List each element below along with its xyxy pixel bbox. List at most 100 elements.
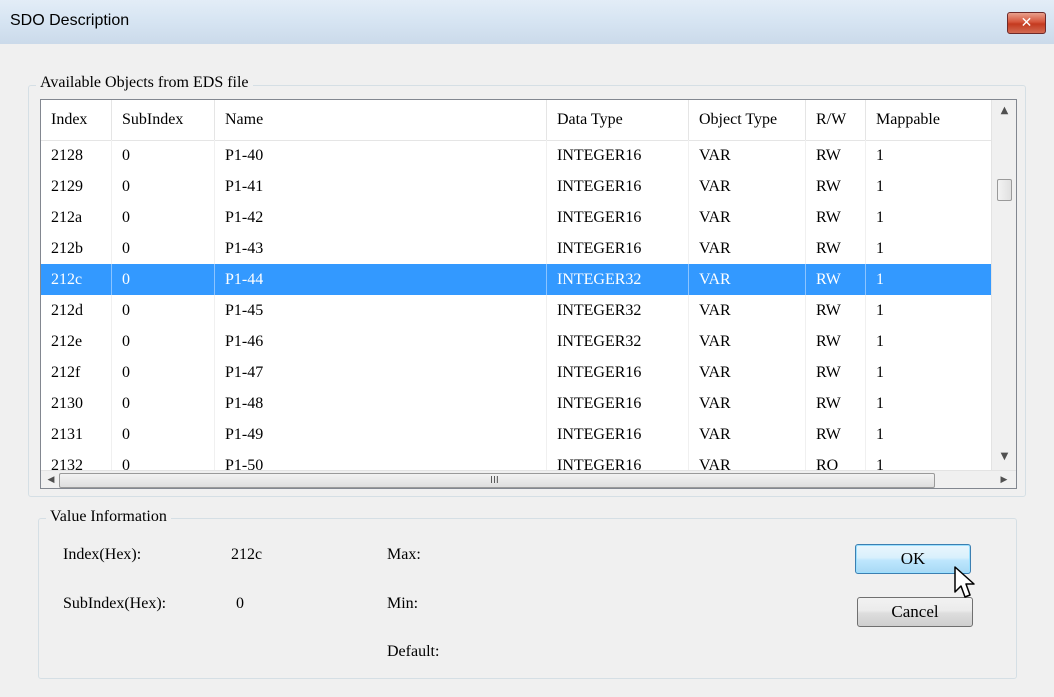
cell-subindex: 0 [112, 264, 215, 295]
max-label: Max: [387, 546, 421, 563]
column-header-data-type[interactable]: Data Type [547, 100, 689, 140]
window-title: SDO Description [10, 12, 130, 29]
scroll-grip-icon: III [490, 475, 499, 486]
cell-index: 2131 [41, 419, 112, 450]
cell-mappable: 1 [876, 147, 884, 164]
vertical-scroll-thumb[interactable] [997, 179, 1012, 201]
cell-object-type: VAR [689, 233, 806, 264]
cell-name: P1-42 [215, 202, 547, 233]
cell-mappable: 1 [876, 395, 884, 412]
objects-listview[interactable]: Index SubIndex Name Data Type Object Typ… [40, 99, 1017, 489]
cell-rw: RW [806, 140, 866, 171]
table-row[interactable]: 2128 0 P1-40 INTEGER16 VAR RW 1 [41, 140, 991, 171]
objects-group-label: Available Objects from EDS file [36, 74, 253, 92]
cell-rw: RW [806, 326, 866, 357]
cell-data-type: INTEGER16 [547, 140, 689, 171]
cell-mappable: 1 [876, 426, 884, 443]
value-info-group-label: Value Information [46, 508, 171, 526]
index-hex-value: 212c [231, 546, 263, 563]
cell-rw: RW [806, 171, 866, 202]
cell-index: 212e [41, 326, 112, 357]
close-button[interactable]: ✕ [1007, 12, 1046, 34]
cell-subindex: 0 [112, 326, 215, 357]
cell-object-type: VAR [689, 264, 806, 295]
table-row[interactable]: 2131 0 P1-49 INTEGER16 VAR RW 1 [41, 419, 991, 450]
title-bar[interactable]: SDO Description ✕ [0, 0, 1054, 44]
column-header-object-type[interactable]: Object Type [689, 100, 806, 140]
cell-data-type: INTEGER16 [547, 388, 689, 419]
column-header-mappable[interactable]: Mappable [866, 100, 991, 140]
scroll-right-arrow-icon[interactable]: ▶ [994, 471, 1014, 488]
index-hex-label: Index(Hex): [63, 546, 142, 563]
subindex-hex-value: 0 [236, 595, 244, 612]
cell-index: 212a [41, 202, 112, 233]
table-row[interactable]: 2129 0 P1-41 INTEGER16 VAR RW 1 [41, 171, 991, 202]
cell-index: 212c [41, 264, 112, 295]
cell-name: P1-44 [215, 264, 547, 295]
cell-subindex: 0 [112, 140, 215, 171]
cell-data-type: INTEGER16 [547, 419, 689, 450]
cell-mappable: 1 [876, 364, 884, 381]
cell-rw: RW [806, 419, 866, 450]
cell-name: P1-40 [215, 140, 547, 171]
cell-object-type: VAR [689, 326, 806, 357]
cell-name: P1-45 [215, 295, 547, 326]
table-row[interactable]: 212a 0 P1-42 INTEGER16 VAR RW 1 [41, 202, 991, 233]
cell-rw: RW [806, 264, 866, 295]
vertical-scrollbar[interactable]: ▲ ▼ [991, 100, 1016, 470]
default-label: Default: [387, 643, 440, 660]
min-label: Min: [387, 595, 419, 612]
close-icon: ✕ [1020, 15, 1033, 31]
cell-name: P1-46 [215, 326, 547, 357]
table-row[interactable]: 212b 0 P1-43 INTEGER16 VAR RW 1 [41, 233, 991, 264]
column-header-name[interactable]: Name [215, 100, 547, 140]
cell-rw: RW [806, 295, 866, 326]
cell-name: P1-47 [215, 357, 547, 388]
column-header-rw[interactable]: R/W [806, 100, 866, 140]
cell-name: P1-48 [215, 388, 547, 419]
column-header-subindex[interactable]: SubIndex [112, 100, 215, 140]
cell-data-type: INTEGER32 [547, 326, 689, 357]
cell-rw: RW [806, 233, 866, 264]
cell-mappable: 1 [876, 333, 884, 350]
cell-data-type: INTEGER16 [547, 171, 689, 202]
table-row[interactable]: 212f 0 P1-47 INTEGER16 VAR RW 1 [41, 357, 991, 388]
sdo-description-dialog: SDO Description ✕ Available Objects from… [0, 0, 1054, 697]
scroll-left-arrow-icon[interactable]: ◀ [41, 471, 61, 488]
cell-data-type: INTEGER16 [547, 202, 689, 233]
cell-mappable: 1 [876, 178, 884, 195]
cell-object-type: VAR [689, 171, 806, 202]
cell-mappable: 1 [876, 302, 884, 319]
cell-object-type: VAR [689, 388, 806, 419]
cell-rw: RW [806, 357, 866, 388]
cell-name: P1-49 [215, 419, 547, 450]
table-row[interactable]: 212e 0 P1-46 INTEGER32 VAR RW 1 [41, 326, 991, 357]
cell-data-type: INTEGER32 [547, 264, 689, 295]
cell-mappable: 1 [876, 271, 884, 288]
cell-name: P1-43 [215, 233, 547, 264]
cell-rw: RW [806, 202, 866, 233]
cell-rw: RW [806, 388, 866, 419]
cell-subindex: 0 [112, 357, 215, 388]
cell-subindex: 0 [112, 171, 215, 202]
cell-name: P1-41 [215, 171, 547, 202]
table-row[interactable]: 2130 0 P1-48 INTEGER16 VAR RW 1 [41, 388, 991, 419]
cell-index: 212b [41, 233, 112, 264]
table-row[interactable]: 212d 0 P1-45 INTEGER32 VAR RW 1 [41, 295, 991, 326]
table-row-selected[interactable]: 212c 0 P1-44 INTEGER32 VAR RW 1 [41, 264, 991, 295]
horizontal-scroll-thumb[interactable]: III [59, 473, 935, 488]
cell-index: 2128 [41, 140, 112, 171]
subindex-hex-label: SubIndex(Hex): [63, 595, 167, 612]
column-header-index[interactable]: Index [41, 100, 112, 140]
cell-data-type: INTEGER32 [547, 295, 689, 326]
horizontal-scrollbar[interactable]: ◀ III ▶ [41, 470, 1016, 488]
cell-index: 212f [41, 357, 112, 388]
scroll-down-arrow-icon[interactable]: ▼ [992, 446, 1016, 468]
cell-subindex: 0 [112, 419, 215, 450]
cell-data-type: INTEGER16 [547, 233, 689, 264]
cell-object-type: VAR [689, 140, 806, 171]
scroll-up-arrow-icon[interactable]: ▲ [992, 100, 1016, 122]
cell-object-type: VAR [689, 202, 806, 233]
cell-object-type: VAR [689, 357, 806, 388]
cell-index: 2130 [41, 388, 112, 419]
